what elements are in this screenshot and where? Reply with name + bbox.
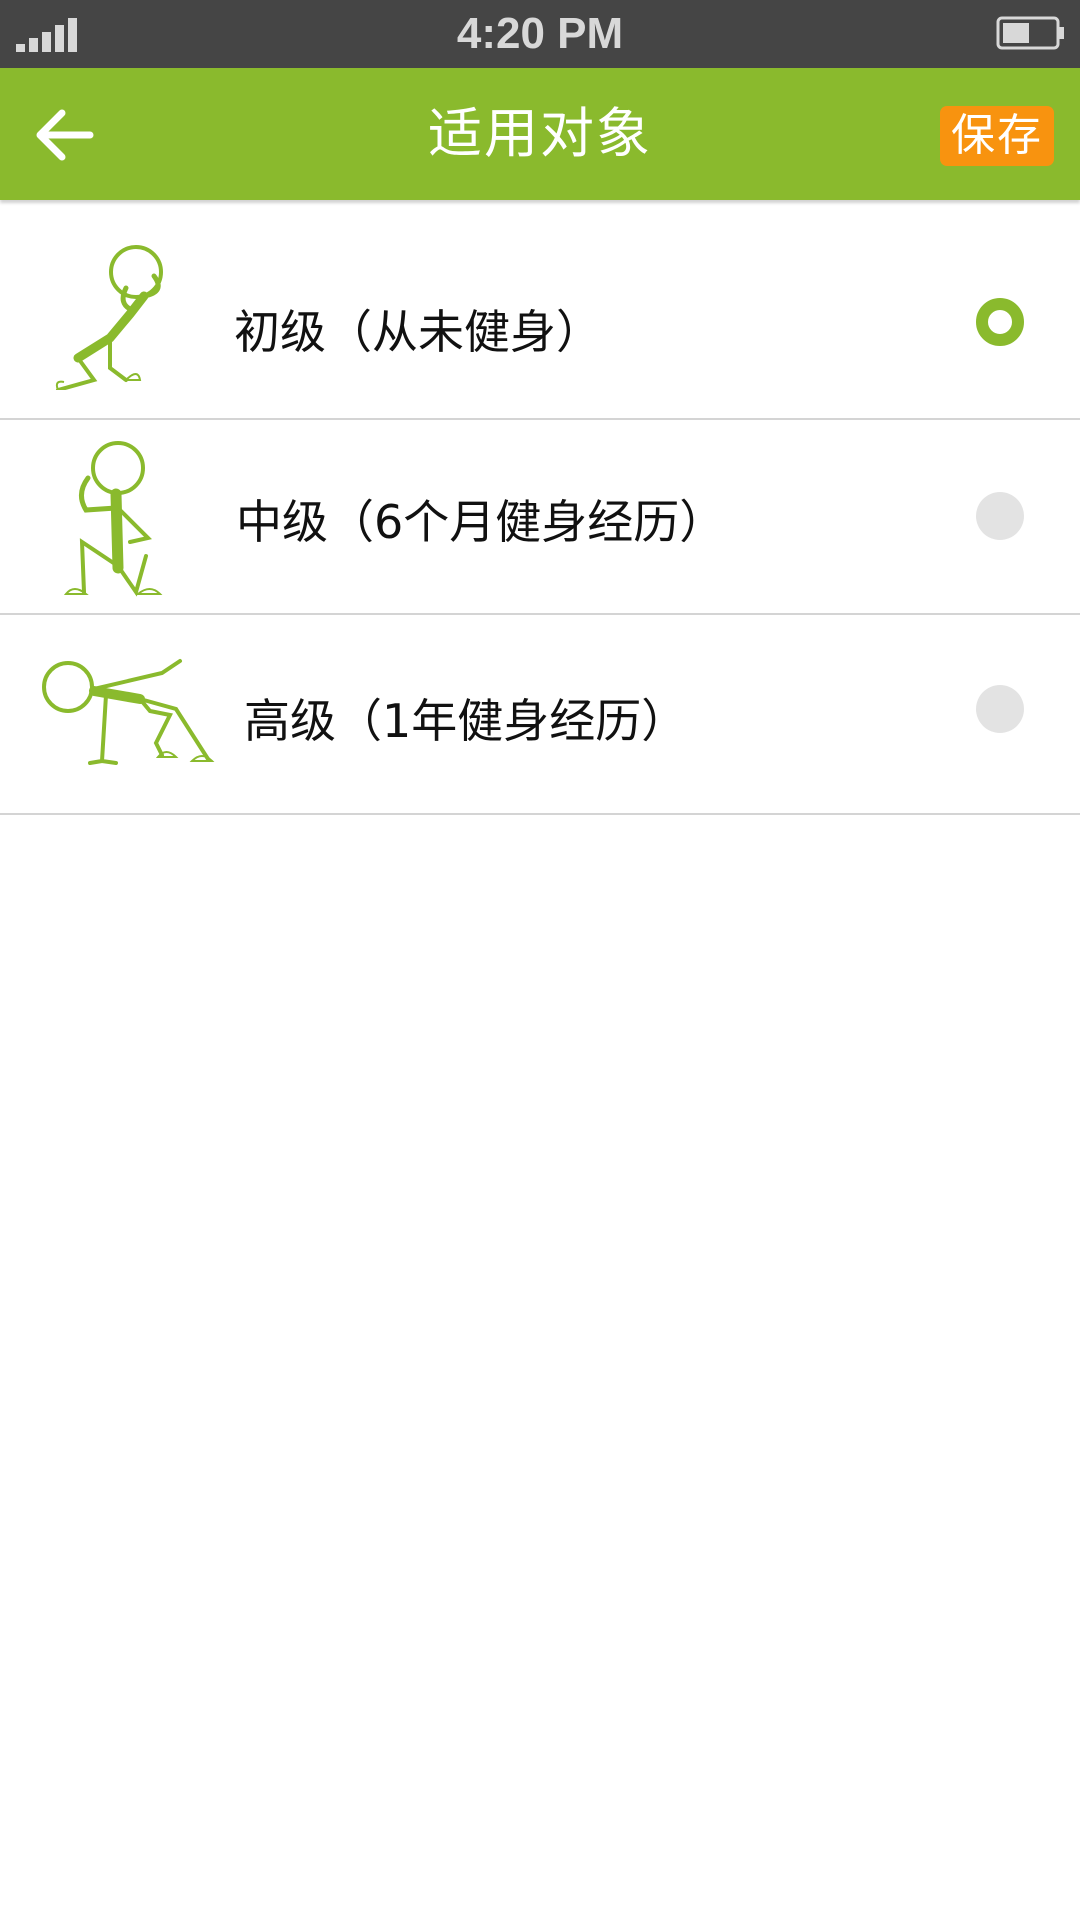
- level-item-advanced[interactable]: 高级（1年健身经历）: [0, 615, 1080, 815]
- radio-selected[interactable]: [976, 298, 1024, 346]
- radio-unselected[interactable]: [976, 492, 1024, 540]
- screen: 4:20 PM 适用对象 保存 初级（从未健身） 中级（6个月健身经历） 高级（…: [0, 0, 1080, 1920]
- level-item-beginner[interactable]: 初级（从未健身）: [0, 200, 1080, 420]
- page-title: 适用对象: [428, 102, 652, 165]
- level-item-intermediate[interactable]: 中级（6个月健身经历）: [0, 420, 1080, 615]
- level-list: 初级（从未健身） 中级（6个月健身经历） 高级（1年健身经历）: [0, 200, 1080, 815]
- app-header: 适用对象 保存: [0, 68, 1080, 200]
- level-label-advanced: 高级（1年健身经历）: [244, 694, 688, 748]
- battery-icon: [996, 16, 1064, 50]
- stick-figure-advanced-icon: [42, 659, 215, 765]
- level-label-intermediate: 中级（6个月健身经历）: [236, 495, 726, 549]
- status-time: 4:20 PM: [456, 9, 624, 58]
- radio-unselected[interactable]: [976, 685, 1024, 733]
- save-button[interactable]: 保存: [940, 106, 1054, 166]
- status-bar: 4:20 PM: [0, 0, 1080, 68]
- stick-figure-beginner-icon: [55, 245, 163, 390]
- stick-figure-intermediate-icon: [63, 441, 163, 597]
- level-label-beginner: 初级（从未健身）: [234, 305, 602, 359]
